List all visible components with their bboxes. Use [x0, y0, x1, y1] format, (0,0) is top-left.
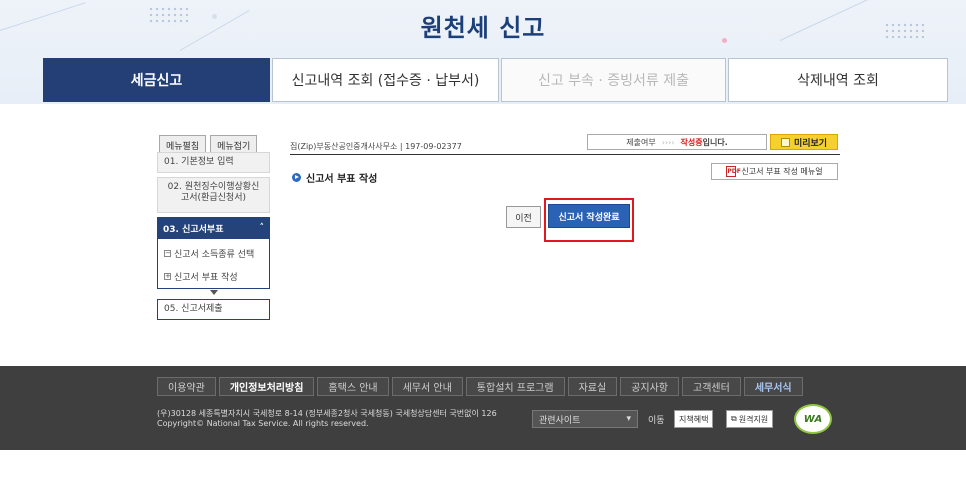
manual-label: 신고서 부표 작성 메뉴얼 — [741, 167, 823, 176]
submenu-label: 신고서 부표 작성 — [174, 273, 238, 283]
address-text: (우)30128 세종특별자치시 국세청로 8-14 (정부세종2청사 국세청동… — [157, 409, 497, 418]
submenu-attachment-write[interactable]: + 신고서 부표 작성 — [164, 270, 238, 283]
preview-label: 미리보기 — [793, 138, 828, 149]
tab-deleted-history[interactable]: 삭제내역 조회 — [728, 58, 948, 102]
footer-address: (우)30128 세종특별자치시 국세청로 8-14 (정부세종2청사 국세청동… — [157, 409, 497, 429]
sidebar-item-basic-info[interactable]: 01. 기본정보 입력 — [157, 152, 270, 173]
sidebar-item-status-report[interactable]: 02. 원천징수이행상황신고서(환급신청서) — [157, 177, 270, 213]
sidebar-submenu: − 신고서 소득종류 선택 + 신고서 부표 작성 — [157, 239, 270, 289]
footer: 이용약관 개인정보처리방침 홈택스 안내 세무서 안내 통합설치 프로그램 자료… — [0, 366, 966, 450]
tab-filing-history[interactable]: 신고내역 조회 (접수증 · 납부서) — [272, 58, 499, 102]
company-info: 집(Zip)부동산공인중개사사무소 | 197-09-02377 — [290, 142, 462, 151]
footer-link-tax-office[interactable]: 세무서 안내 — [391, 377, 463, 396]
footer-link-hometax-guide[interactable]: 홈택스 안내 — [317, 377, 389, 396]
submenu-income-type[interactable]: − 신고서 소득종류 선택 — [164, 247, 254, 260]
arrow-circle-icon — [292, 173, 301, 182]
footer-link-install[interactable]: 통합설치 프로그램 — [465, 377, 565, 396]
section-title: 신고서 부표 작성 — [292, 170, 377, 185]
footer-link-tax-forms[interactable]: 세무서식 — [743, 377, 803, 396]
chevron-up-icon: ˄ — [259, 223, 265, 233]
status-box: 제출여부 ›››› 작성중입니다. — [587, 134, 767, 150]
footer-link-notice[interactable]: 공지사항 — [620, 377, 679, 396]
submenu-label: 신고서 소득종류 선택 — [174, 250, 255, 260]
status-label: 제출여부 — [626, 137, 656, 147]
footer-link-privacy[interactable]: 개인정보처리방침 — [218, 377, 315, 396]
arrow-down-icon — [210, 290, 218, 295]
remote-icon: ⧉ — [731, 414, 737, 423]
policy-badge[interactable]: 지책혜택 — [674, 410, 714, 428]
expand-icon: + — [164, 272, 171, 280]
document-icon — [780, 137, 790, 147]
previous-button[interactable]: 이전 — [506, 206, 541, 228]
collapse-icon: − — [164, 249, 171, 257]
copyright-text: Copyright© National Tax Service. All rig… — [157, 419, 369, 428]
go-button[interactable]: 이동 — [644, 410, 669, 428]
page-title: 원천세 신고 — [420, 14, 546, 42]
manual-button[interactable]: PDF 신고서 부표 작성 메뉴얼 — [711, 163, 838, 180]
page: 원천세 신고 세금신고 신고내역 조회 (접수증 · 납부서) 신고 부속 · … — [0, 0, 966, 477]
status-value: 작성중 — [680, 137, 703, 147]
remote-support-label: 원격지원 — [738, 414, 769, 424]
status-text: 작성중입니다. — [681, 137, 728, 148]
footer-links: 이용약관 개인정보처리방침 홈택스 안내 세무서 안내 통합설치 프로그램 자료… — [157, 377, 803, 396]
divider — [290, 154, 840, 155]
wa-certification-logo: WA — [794, 404, 832, 434]
main-tabs: 세금신고 신고내역 조회 (접수증 · 납부서) 신고 부속 · 증빙서류 제출… — [43, 58, 948, 102]
section-title-text: 신고서 부표 작성 — [306, 174, 378, 185]
footer-link-support[interactable]: 고객센터 — [682, 377, 741, 396]
footer-link-terms[interactable]: 이용약관 — [157, 377, 216, 396]
sidebar-item-label: 03. 신고서부표 — [163, 224, 224, 235]
status-arrows: ›››› — [661, 137, 675, 147]
tab-attachment-submit[interactable]: 신고 부속 · 증빙서류 제출 — [501, 58, 726, 102]
footer-link-library[interactable]: 자료실 — [567, 377, 618, 396]
sidebar-item-submit[interactable]: 05. 신고서제출 — [157, 299, 270, 320]
status-suffix: 입니다. — [702, 137, 728, 147]
preview-button[interactable]: 미리보기 — [770, 134, 838, 150]
caret-down-icon: ▾ — [626, 414, 631, 424]
pdf-icon: PDF — [726, 166, 741, 177]
tab-tax-filing[interactable]: 세금신고 — [43, 58, 270, 102]
related-sites-select[interactable]: 관련사이트 ▾ — [532, 410, 638, 428]
sidebar-item-attachment[interactable]: 03. 신고서부표 ˄ — [157, 217, 270, 239]
complete-filing-button[interactable]: 신고서 작성완료 — [548, 204, 630, 228]
related-sites-label: 관련사이트 — [539, 415, 581, 426]
remote-support-badge[interactable]: ⧉ 원격지원 — [726, 410, 774, 428]
